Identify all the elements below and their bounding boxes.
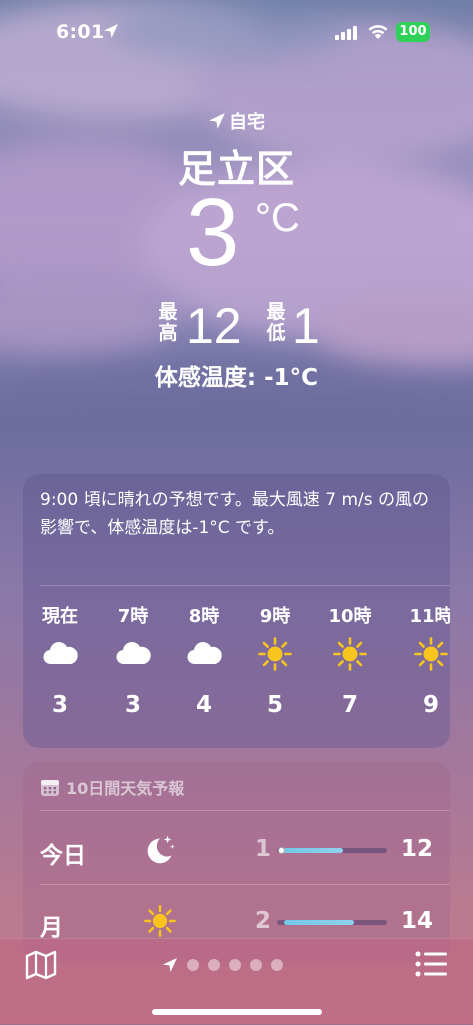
temperature-unit: °C [255,196,300,240]
page-dot[interactable] [250,959,262,971]
status-time: 6:01 [56,21,105,43]
day-high-temperature: 12 [400,836,433,862]
cloud-icon [96,626,170,682]
location-arrow-icon [209,113,225,129]
day-high-temperature: 14 [400,908,433,934]
hour-temperature: 7 [341,692,358,718]
day-low-temperature: 1 [254,836,271,862]
page-dot[interactable] [208,959,220,971]
hour-temperature: 3 [124,692,141,718]
hour-temperature: 4 [195,692,212,718]
temperature-range-fill [281,848,343,853]
home-indicator[interactable] [152,1009,322,1015]
high-temperature: 12 [186,298,242,354]
temperature-range-fill [283,920,354,925]
hourly-forecast-card[interactable]: 9:00 頃に晴れの予想です。最大風速 7 m/s の風の影響で、体感温度は-1… [23,474,450,748]
ten-day-header: 10日間天気予報 [40,775,184,799]
low-temperature: 1 [292,298,320,354]
moon-stars-icon [141,830,179,872]
feels-like: 体感温度: -1°C [154,365,319,391]
hour-temperature: 9 [422,692,439,718]
high-label: 最高 [158,301,178,344]
ten-day-forecast-card[interactable]: 10日間天気予報 今日 1 12 月 2 14 [23,762,450,962]
hourly-item: 11時 9 [394,602,450,718]
hourly-item: 8時 4 [167,602,241,718]
hour-label: 9時 [259,606,291,627]
list-icon[interactable] [415,951,447,977]
divider [40,884,450,885]
hour-label: 7時 [117,606,149,627]
day-row[interactable]: 今日 1 12 [23,814,450,884]
hour-label: 10時 [328,606,372,627]
sun-icon [238,626,312,682]
temperature-range-bar [277,920,387,925]
current-temperature: 3 [186,179,240,286]
sun-icon [394,626,450,682]
current-location-page-icon[interactable] [162,957,178,973]
map-icon[interactable] [25,950,57,980]
page-dot[interactable] [271,959,283,971]
high-low-row: 最高 12 最低 1 [0,296,473,356]
day-low-temperature: 2 [254,908,271,934]
hour-label: 8時 [188,606,220,627]
divider [40,810,450,811]
hour-temperature: 5 [266,692,283,718]
ten-day-title: 10日間天気予報 [66,779,185,798]
status-bar: 6:01 100 [0,18,473,48]
sun-icon [313,626,387,682]
hourly-item: 現在 3 [23,602,97,718]
wifi-icon [368,25,388,39]
battery-indicator: 100 [396,22,430,42]
location-label-row: 自宅 [0,108,473,134]
location-label: 自宅 [229,112,265,133]
low-label: 最低 [266,301,286,344]
hourly-item: 9時 5 [238,602,312,718]
hour-temperature: 3 [51,692,68,718]
cellular-signal-icon [335,26,357,40]
hour-label: 現在 [42,606,78,627]
hour-label: 11時 [409,606,450,627]
forecast-summary: 9:00 頃に晴れの予想です。最大風速 7 m/s の風の影響で、体感温度は-1… [40,490,430,538]
page-dot[interactable] [187,959,199,971]
location-arrow-icon [104,24,118,38]
calendar-icon [41,780,59,796]
page-indicator[interactable] [162,957,283,973]
page-dot[interactable] [229,959,241,971]
cloud-icon [167,626,241,682]
temperature-range-bar [277,847,387,854]
divider [40,585,450,586]
hourly-item: 10時 7 [313,602,387,718]
day-name: 月 [40,915,63,941]
hourly-item: 7時 3 [96,602,170,718]
cloud-icon [23,626,97,682]
day-name: 今日 [40,843,86,869]
